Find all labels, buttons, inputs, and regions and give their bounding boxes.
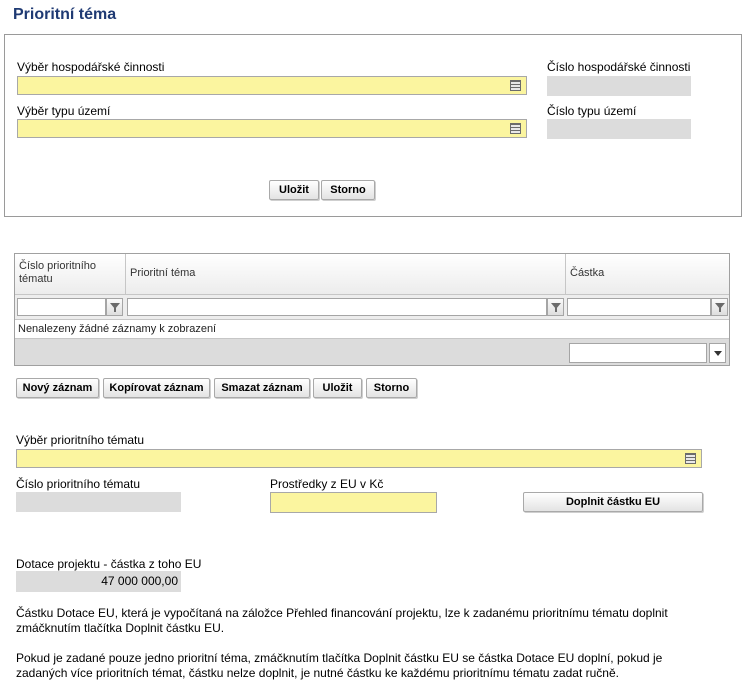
filter-row	[15, 294, 729, 320]
save-record-button[interactable]: Uložit	[313, 378, 362, 398]
activity-select-label: Výběr hospodářské činnosti	[17, 60, 165, 74]
filter-button[interactable]	[547, 298, 564, 316]
territory-number-label: Číslo typu území	[547, 104, 637, 118]
topic-number-field	[16, 492, 181, 512]
page-size-dropdown-button[interactable]	[709, 343, 726, 363]
filter-button[interactable]	[106, 298, 123, 316]
page-size-select[interactable]	[569, 343, 707, 363]
grid-pager	[15, 338, 729, 365]
territory-select[interactable]	[17, 119, 527, 138]
activity-number-label: Číslo hospodářské činnosti	[547, 60, 691, 74]
lookup-list-icon[interactable]	[510, 123, 521, 134]
subsidy-label: Dotace projektu - částka z toho EU	[16, 557, 202, 571]
chevron-down-icon	[714, 351, 722, 356]
filter-button[interactable]	[711, 298, 728, 316]
fill-eu-amount-button[interactable]: Doplnit částku EU	[523, 492, 703, 512]
lookup-list-icon[interactable]	[685, 453, 696, 464]
eu-funds-input[interactable]	[270, 492, 437, 513]
lookup-list-icon[interactable]	[510, 80, 521, 91]
cancel-record-button[interactable]: Storno	[366, 378, 417, 398]
column-header-topic-number[interactable]: Číslo prioritního tématu	[15, 254, 126, 294]
territory-select-label: Výběr typu území	[17, 104, 111, 118]
topic-select[interactable]	[16, 449, 702, 468]
column-header-topic[interactable]: Prioritní téma	[126, 254, 566, 294]
save-button[interactable]: Uložit	[269, 180, 319, 200]
page-title: Prioritní téma	[13, 6, 117, 23]
activity-number-field	[547, 76, 691, 96]
info-paragraph-1: Částku Dotace EU, která je vypočítaná na…	[16, 606, 668, 635]
copy-record-button[interactable]: Kopírovat záznam	[103, 378, 210, 398]
topic-number-label: Číslo prioritního tématu	[16, 477, 141, 491]
empty-message: Nenalezeny žádné záznamy k zobrazení	[18, 323, 217, 335]
new-record-button[interactable]: Nový záznam	[16, 378, 99, 398]
eu-funds-label: Prostředky z EU v Kč	[270, 477, 384, 491]
filter-amount-input[interactable]	[567, 298, 711, 316]
topic-select-label: Výběr prioritního tématu	[16, 433, 145, 447]
cancel-button[interactable]: Storno	[321, 180, 375, 200]
selection-panel: Výběr hospodářské činnosti Číslo hospodá…	[4, 34, 742, 217]
info-paragraph-2: Pokud je zadané pouze jedno prioritní té…	[16, 651, 663, 680]
priority-topics-grid: Číslo prioritního tématu Prioritní téma …	[14, 253, 730, 366]
filter-topic-number-input[interactable]	[17, 298, 106, 316]
column-header-amount[interactable]: Částka	[566, 254, 729, 294]
subsidy-value: 47 000 000,00	[16, 571, 181, 592]
activity-select[interactable]	[17, 76, 527, 95]
delete-record-button[interactable]: Smazat záznam	[214, 378, 310, 398]
filter-topic-input[interactable]	[127, 298, 547, 316]
territory-number-field	[547, 119, 691, 139]
